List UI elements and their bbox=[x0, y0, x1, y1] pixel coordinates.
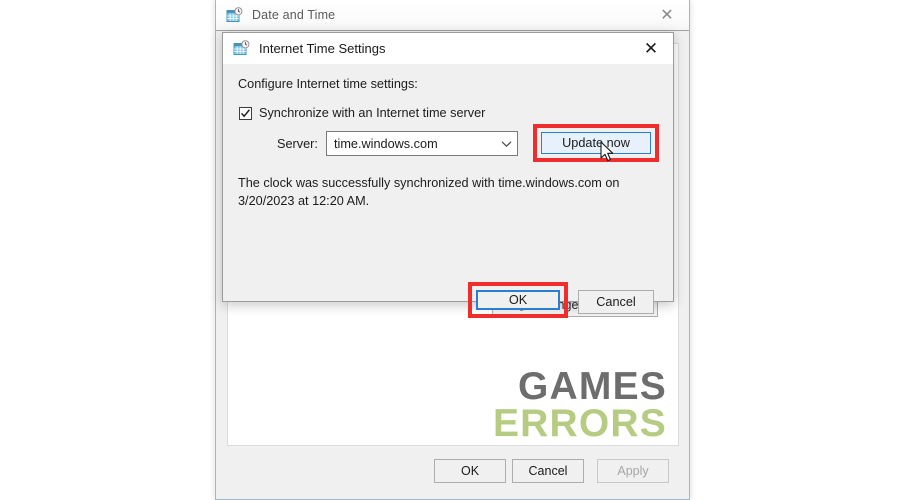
parent-cancel-button[interactable]: Cancel bbox=[512, 459, 584, 483]
server-label: Server: bbox=[277, 137, 318, 151]
chevron-down-icon bbox=[495, 132, 517, 155]
parent-apply-button: Apply bbox=[597, 459, 669, 483]
inner-ok-button[interactable]: OK bbox=[476, 290, 560, 310]
watermark-line-1: GAMES bbox=[517, 365, 667, 408]
sync-status-message: The clock was successfully synchronized … bbox=[238, 176, 620, 209]
inner-cancel-button[interactable]: Cancel bbox=[578, 290, 654, 314]
parent-window-title: Date and Time bbox=[252, 8, 336, 22]
parent-footer: OK Cancel Apply bbox=[216, 445, 689, 499]
inner-title-bar: Internet Time Settings ✕ bbox=[223, 33, 673, 64]
inner-dialog-title: Internet Time Settings bbox=[259, 41, 386, 56]
parent-ok-button[interactable]: OK bbox=[434, 459, 506, 483]
close-icon[interactable]: ✕ bbox=[635, 36, 667, 61]
update-now-button[interactable]: Update now bbox=[541, 132, 651, 154]
inner-dialog-body: Configure Internet time settings: Synchr… bbox=[223, 64, 673, 318]
server-dropdown[interactable]: time.windows.com bbox=[326, 131, 518, 156]
synchronize-checkbox-row[interactable]: Synchronize with an Internet time server bbox=[239, 106, 485, 120]
internet-time-settings-dialog: Internet Time Settings ✕ Configure Inter… bbox=[222, 32, 674, 318]
parent-title-bar: Date and Time ✕ bbox=[216, 0, 689, 31]
date-time-icon bbox=[233, 40, 250, 57]
synchronize-checkbox[interactable] bbox=[239, 106, 252, 120]
watermark-line-2: ERRORS bbox=[492, 401, 667, 445]
close-icon[interactable]: ✕ bbox=[652, 3, 682, 27]
server-dropdown-value: time.windows.com bbox=[334, 136, 438, 151]
ok-button-highlight: OK bbox=[468, 282, 568, 318]
games-errors-watermark: GAMES ERRORS bbox=[492, 365, 667, 445]
update-now-highlight: Update now bbox=[533, 124, 659, 162]
date-time-icon bbox=[226, 6, 243, 24]
synchronize-checkbox-label: Synchronize with an Internet time server bbox=[259, 106, 486, 120]
configure-label: Configure Internet time settings: bbox=[238, 77, 418, 91]
